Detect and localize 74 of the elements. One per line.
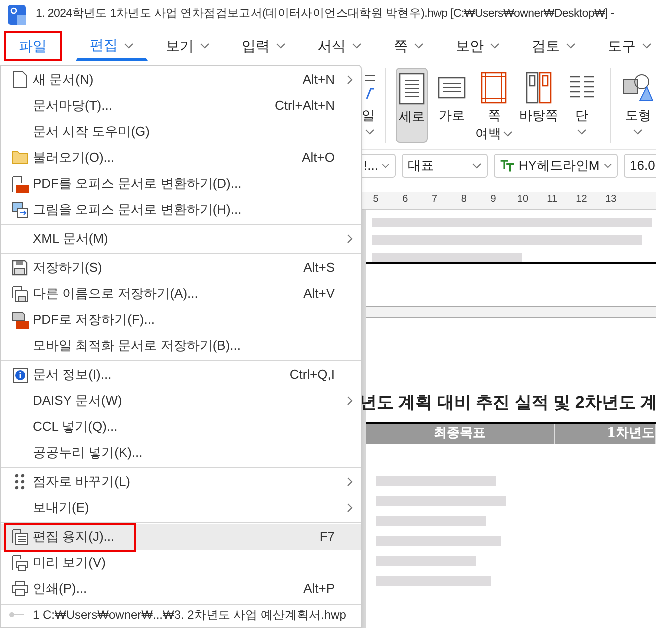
ribbon-button[interactable]: 쪽 여백 bbox=[475, 68, 514, 143]
pdf-icon bbox=[12, 176, 28, 192]
ruler-number: 11 bbox=[546, 193, 559, 207]
table-header-cell: 1차년도 bbox=[554, 424, 656, 444]
ruler-number: 13 bbox=[604, 193, 618, 207]
ruler-number: 9 bbox=[490, 193, 498, 207]
chevron-down-icon bbox=[382, 163, 390, 169]
master-page-icon bbox=[526, 72, 552, 104]
dropdown-field[interactable]: HY헤드라인M bbox=[494, 154, 618, 178]
section-heading: 년도 계획 대비 추진 실적 및 2차년도 계 bbox=[362, 392, 656, 414]
menu-item[interactable]: 그림을 오피스 문서로 변환하기(H)... bbox=[1, 197, 361, 223]
menu-item[interactable]: 문서 정보(I)... Ctrl+Q,I bbox=[1, 362, 361, 388]
info-icon bbox=[12, 368, 28, 382]
menu-tab[interactable]: 보기 bbox=[152, 31, 224, 61]
window-title: 1. 2024학년도 1차년도 사업 연차점검보고서(데이터사이언스대학원 박현우).hwp [C:₩Users₩owner₩Desktop₩] - bbox=[36, 7, 614, 22]
table-header-cell: 최종목표 bbox=[366, 424, 555, 444]
menu-item[interactable]: 인쇄(P)... Alt+P bbox=[1, 576, 361, 602]
chevron-down-icon bbox=[604, 163, 612, 169]
ruler-number: 10 bbox=[516, 193, 530, 207]
menu-item[interactable]: 문서 시작 도우미(G) bbox=[1, 119, 361, 145]
menu-item[interactable]: 편집 용지(J)... F7 bbox=[1, 524, 361, 550]
folder-icon bbox=[12, 151, 28, 165]
braille-dots-icon bbox=[15, 474, 25, 490]
menu-item[interactable]: XML 문서(M) bbox=[1, 226, 361, 252]
dropdown-field[interactable]: 16.0 bbox=[624, 154, 656, 178]
menu-item[interactable]: 문서마당(T)... Ctrl+Alt+N bbox=[1, 93, 361, 119]
menu-item[interactable]: DAISY 문서(W) bbox=[1, 388, 361, 414]
menu-tab[interactable]: 입력 bbox=[228, 31, 300, 61]
menu-item[interactable]: 다른 이름으로 저장하기(A)... Alt+V bbox=[1, 281, 361, 307]
menu-item[interactable]: 저장하기(S) Alt+S bbox=[1, 255, 361, 281]
menu-item[interactable]: 모바일 최적화 문서로 저장하기(B)... bbox=[1, 333, 361, 359]
landscape-page-icon bbox=[438, 77, 466, 99]
chevron-down-icon bbox=[472, 163, 482, 169]
menu-item[interactable]: PDF를 오피스 문서로 변환하기(D)... bbox=[1, 171, 361, 197]
ribbon-button[interactable]: 단 bbox=[564, 68, 600, 143]
ruler-number: 5 bbox=[372, 193, 380, 207]
menu-item[interactable]: 보내기(E) bbox=[1, 495, 361, 521]
menu-item[interactable]: 점자로 바꾸기(L) bbox=[1, 469, 361, 495]
printer-icon bbox=[12, 581, 28, 597]
ruler-number: 6 bbox=[402, 193, 410, 207]
menu-tab[interactable]: 도구 bbox=[594, 31, 656, 61]
ruler-number: 12 bbox=[575, 193, 588, 207]
menu-tab[interactable]: 쪽 bbox=[380, 31, 438, 61]
shapes-icon bbox=[623, 73, 654, 103]
print-preview-icon bbox=[12, 554, 28, 572]
app-logo-icon bbox=[8, 5, 26, 25]
menu-item[interactable]: PDF로 저장하기(F)... bbox=[1, 307, 361, 333]
ribbon-button[interactable]: 일 bbox=[362, 68, 375, 143]
menu-tab[interactable]: 편집 bbox=[76, 31, 148, 61]
menu-item[interactable]: 공공누리 넣기(K)... bbox=[1, 440, 361, 466]
menu-tab[interactable]: 검토 bbox=[518, 31, 590, 61]
floppy-disks-icon bbox=[12, 286, 28, 302]
image-convert-icon bbox=[12, 202, 28, 218]
page-setup-icon bbox=[12, 528, 28, 546]
ribbon-button[interactable]: 바탕쪽 bbox=[519, 68, 558, 143]
ribbon-button[interactable]: 가로 bbox=[434, 68, 470, 143]
ribbon-button[interactable]: 세로 bbox=[396, 68, 428, 143]
ruler-number: 8 bbox=[460, 193, 468, 207]
menu-item[interactable]: 불러오기(O)... Alt+O bbox=[1, 145, 361, 171]
floppy-pdf-icon bbox=[12, 312, 28, 328]
document-icon bbox=[12, 71, 28, 89]
pin-icon bbox=[9, 612, 25, 618]
menu-item[interactable]: 미리 보기(V) bbox=[1, 550, 361, 576]
portrait-page-icon bbox=[398, 73, 425, 105]
menu-tab[interactable]: 파일 bbox=[4, 31, 62, 61]
ruler-number: 7 bbox=[431, 193, 439, 207]
menu-item[interactable]: 새 문서(N) Alt+N bbox=[1, 67, 361, 93]
menu-tab[interactable]: 보안 bbox=[442, 31, 514, 61]
ribbon-button[interactable]: 도형 bbox=[620, 68, 656, 143]
menu-item[interactable]: CCL 넣기(Q)... bbox=[1, 414, 361, 440]
recent-file-item[interactable]: 1 C:₩Users₩owner₩...₩3. 2차년도 사업 예산계획서.hwp bbox=[1, 605, 361, 625]
dropdown-field[interactable]: 대표 bbox=[402, 154, 488, 178]
page-margins-icon bbox=[481, 72, 508, 104]
menu-tab[interactable]: 서식 bbox=[304, 31, 376, 61]
